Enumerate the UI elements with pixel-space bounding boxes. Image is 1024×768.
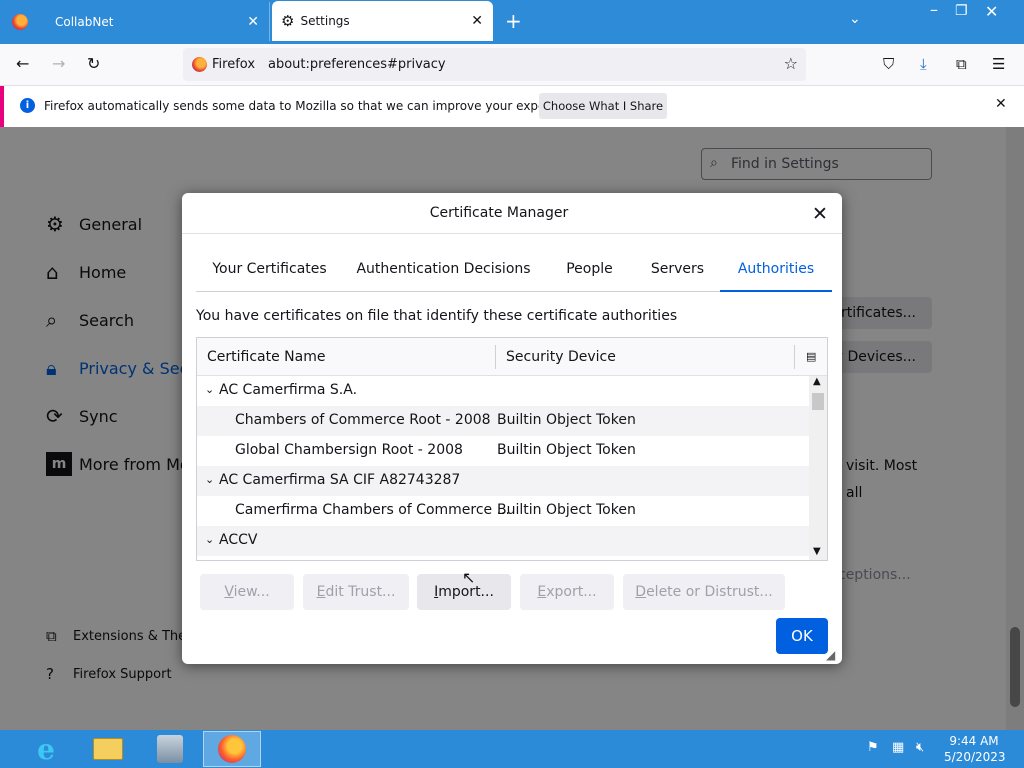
- group-name: ACCV: [219, 532, 258, 548]
- bookmark-star-icon[interactable]: ☆: [784, 54, 798, 73]
- column-divider[interactable]: [495, 345, 496, 369]
- scroll-thumb[interactable]: [812, 393, 824, 410]
- system-clock[interactable]: 9:44 AM 5/20/2023: [944, 733, 1006, 765]
- tree-row-cert[interactable]: Chambers of Commerce Root - 2008 Builtin…: [197, 406, 809, 436]
- clock-date: 5/20/2023: [944, 750, 1006, 764]
- tree-body: ⌄ AC Camerfirma S.A. Chambers of Commerc…: [197, 376, 809, 560]
- reload-icon[interactable]: ↻: [87, 54, 100, 73]
- tab-collabnet[interactable]: CollabNet ✕: [42, 2, 270, 41]
- network-icon[interactable]: ▦: [892, 740, 904, 755]
- firefox-menu-icon[interactable]: [12, 14, 28, 30]
- taskbar: e ⚑ ▦ 🔇︎ 9:44 AM 5/20/2023: [0, 730, 1024, 768]
- scroll-up-icon[interactable]: ▲: [813, 376, 821, 387]
- title-bar: CollabNet ✕ ⚙ Settings ✕ + ⌄ – ❐ ✕: [0, 0, 1024, 44]
- tab-your-certificates[interactable]: Your Certificates: [196, 246, 343, 292]
- delete-or-distrust-button[interactable]: Delete or Distrust...: [623, 574, 785, 610]
- choose-what-i-share-button[interactable]: Choose What I Share: [539, 93, 667, 119]
- group-name: AC Camerfirma SA CIF A82743287: [219, 472, 461, 488]
- restore-icon[interactable]: ❐: [955, 3, 968, 19]
- edit-trust-button[interactable]: Edit Trust...: [303, 574, 409, 610]
- pocket-icon[interactable]: ⛉: [883, 55, 894, 73]
- tab-servers[interactable]: Servers: [635, 246, 720, 292]
- ok-button[interactable]: OK: [776, 618, 828, 654]
- view-button[interactable]: View...: [200, 574, 294, 610]
- tree-row-cert[interactable]: Global Chambersign Root - 2008 Builtin O…: [197, 436, 809, 466]
- url-text[interactable]: about:preferences#privacy: [268, 57, 446, 72]
- dialog-intro-text: You have certificates on file that ident…: [196, 308, 678, 324]
- mouse-cursor-icon: ↖: [462, 568, 476, 587]
- tab-people[interactable]: People: [544, 246, 635, 292]
- tab-authorities[interactable]: Authorities: [720, 246, 832, 292]
- tree-header: Certificate Name Security Device ▤: [197, 338, 827, 376]
- hamburger-menu-icon[interactable]: ☰: [992, 55, 1005, 73]
- security-device: Builtin Object Token: [497, 412, 636, 428]
- new-tab-icon[interactable]: +: [505, 9, 522, 33]
- security-device: Builtin Object Token: [497, 442, 636, 458]
- column-header-security-device[interactable]: Security Device: [506, 349, 616, 365]
- notification-message: Firefox automatically sends some data to…: [44, 99, 587, 113]
- app-button[interactable]: [141, 731, 199, 767]
- volume-muted-icon[interactable]: 🔇︎: [916, 740, 924, 755]
- minimize-icon[interactable]: –: [930, 0, 938, 19]
- notification-bar: i Firefox automatically sends some data …: [0, 86, 1024, 127]
- export-button[interactable]: Export...: [520, 574, 614, 610]
- internet-explorer-button[interactable]: e: [17, 731, 75, 767]
- download-icon[interactable]: ⤓: [920, 55, 927, 73]
- info-icon: i: [20, 98, 35, 113]
- divider: [182, 233, 842, 234]
- firefox-icon: [192, 57, 207, 72]
- forward-icon[interactable]: →: [52, 54, 65, 73]
- chevron-down-icon[interactable]: ⌄: [205, 533, 214, 546]
- back-icon[interactable]: ←: [16, 54, 29, 73]
- certificate-manager-dialog: Certificate Manager ✕ Your Certificates …: [182, 193, 842, 664]
- app-icon: [157, 735, 183, 763]
- tab-authentication-decisions[interactable]: Authentication Decisions: [343, 246, 544, 292]
- group-name: AC Camerfirma S.A.: [219, 382, 358, 398]
- window-close-icon[interactable]: ✕: [985, 2, 998, 21]
- tree-row-cert[interactable]: Camerfirma Chambers of Commerce ... Buil…: [197, 496, 809, 526]
- column-divider[interactable]: [794, 345, 795, 369]
- certificate-tree: Certificate Name Security Device ▤ ⌄ AC …: [196, 337, 828, 561]
- firefox-icon: [218, 735, 246, 763]
- url-bar[interactable]: Firefox about:preferences#privacy ☆: [183, 48, 806, 81]
- dialog-tabs: Your Certificates Authentication Decisio…: [196, 246, 832, 292]
- extensions-icon[interactable]: ⧉: [956, 55, 967, 73]
- resize-grip-icon[interactable]: ◢: [826, 648, 835, 662]
- tree-row-group[interactable]: ⌄ ACCV: [197, 526, 809, 556]
- clock-time: 9:44 AM: [949, 734, 999, 748]
- gear-icon: ⚙: [281, 12, 295, 30]
- close-icon[interactable]: ✕: [995, 96, 1007, 112]
- dialog-title: Certificate Manager: [429, 205, 569, 221]
- cert-name: Global Chambersign Root - 2008: [235, 442, 463, 458]
- cert-name: Camerfirma Chambers of Commerce ...: [235, 502, 510, 518]
- file-explorer-button[interactable]: [79, 731, 137, 767]
- internet-explorer-icon: e: [37, 732, 55, 766]
- column-header-certificate-name[interactable]: Certificate Name: [207, 349, 325, 365]
- cert-name: Chambers of Commerce Root - 2008: [235, 412, 491, 428]
- tree-row-group[interactable]: ⌄ AC Camerfirma SA CIF A82743287: [197, 466, 809, 496]
- identity-label: Firefox: [212, 57, 256, 72]
- close-icon[interactable]: ✕: [471, 13, 483, 29]
- close-icon[interactable]: ✕: [812, 203, 828, 225]
- action-center-flag-icon[interactable]: ⚑: [867, 740, 879, 755]
- tree-scrollbar[interactable]: ▲ ▼: [809, 376, 827, 560]
- tab-label: CollabNet: [55, 14, 114, 29]
- tab-settings[interactable]: ⚙ Settings ✕: [272, 1, 493, 41]
- tab-label: Settings: [300, 14, 350, 28]
- close-icon[interactable]: ✕: [247, 14, 259, 30]
- firefox-taskbar-button[interactable]: [203, 731, 261, 767]
- column-picker-icon[interactable]: ▤: [806, 350, 816, 363]
- folder-icon: [93, 738, 123, 760]
- security-device: Builtin Object Token: [497, 502, 636, 518]
- scroll-down-icon[interactable]: ▼: [813, 546, 821, 557]
- chevron-down-icon[interactable]: ⌄: [205, 473, 214, 486]
- navigation-bar: ← → ↻ Firefox about:preferences#privacy …: [0, 44, 1024, 86]
- chevron-down-icon[interactable]: ⌄: [849, 11, 861, 27]
- tree-row-group[interactable]: ⌄ AC Camerfirma S.A.: [197, 376, 809, 406]
- chevron-down-icon[interactable]: ⌄: [205, 383, 214, 396]
